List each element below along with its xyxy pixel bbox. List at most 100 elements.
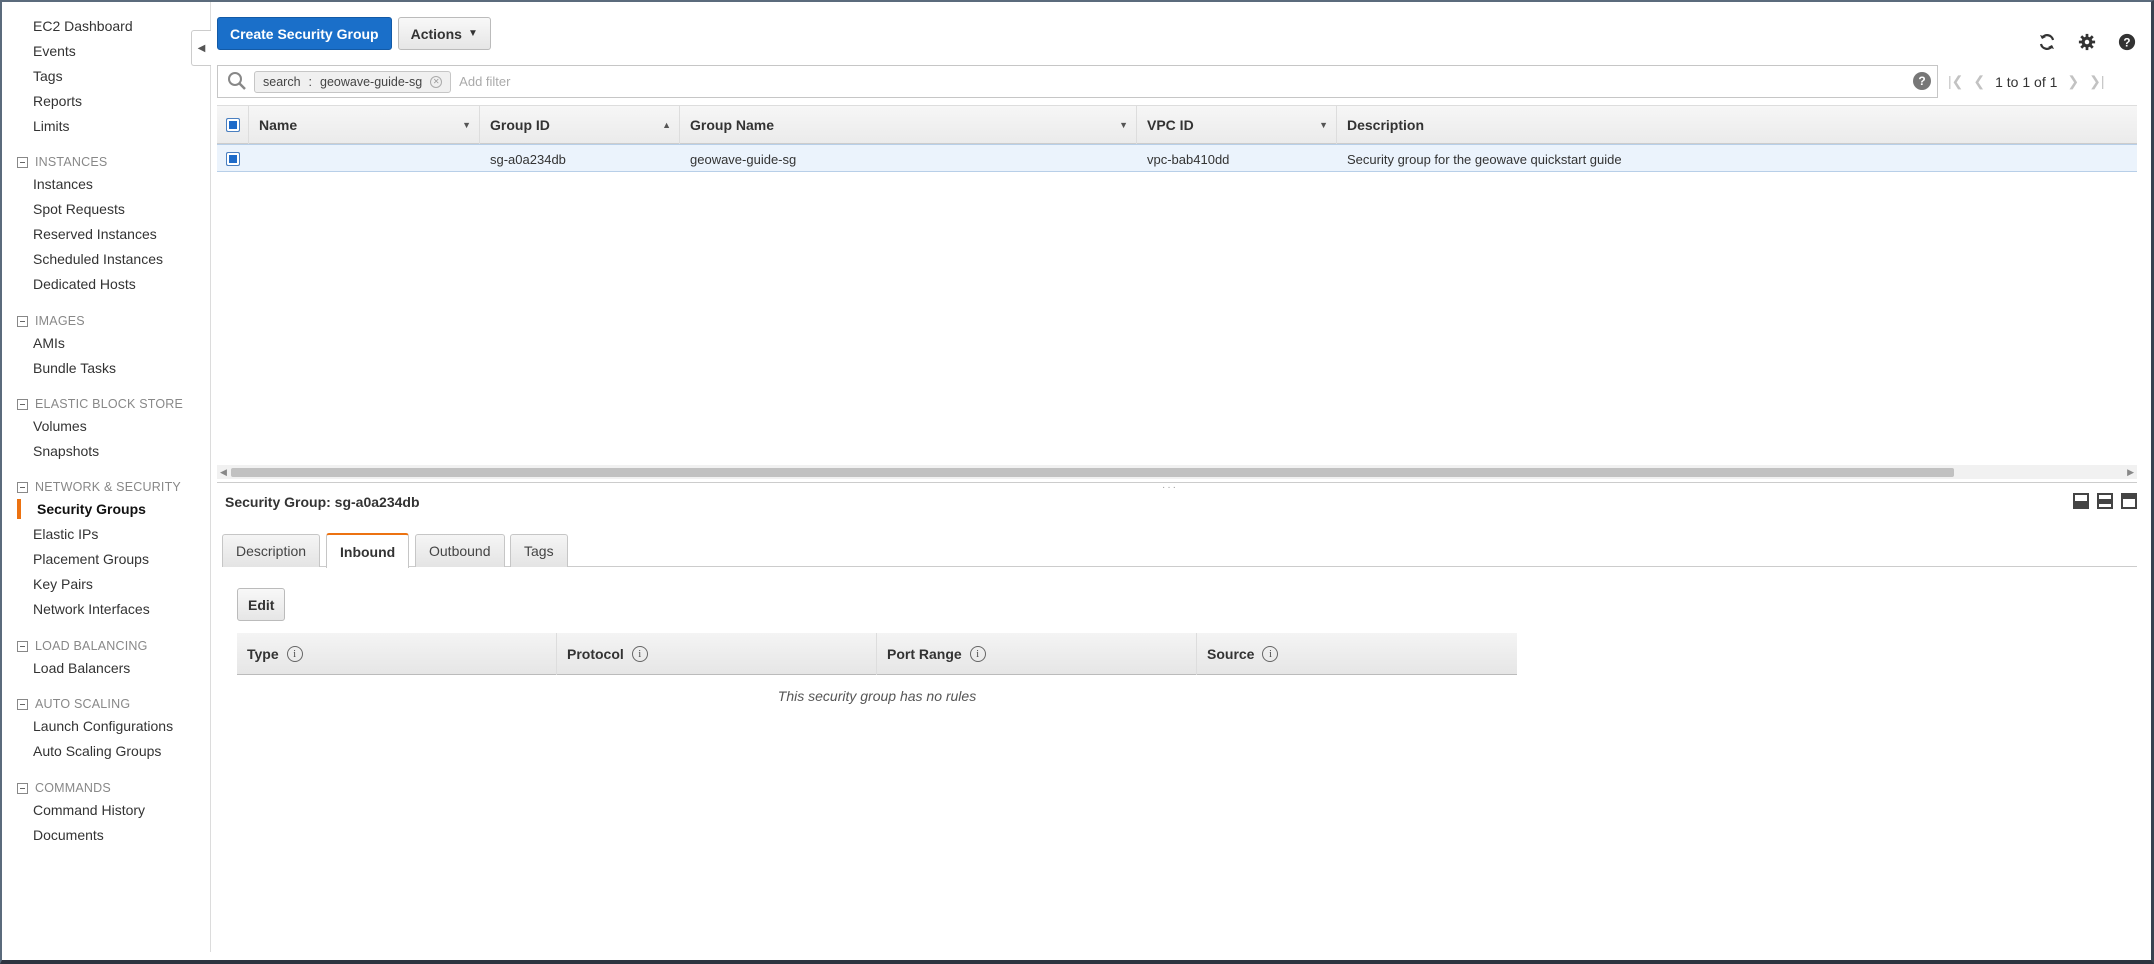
- sidebar-collapse-button[interactable]: ◀: [191, 30, 211, 66]
- sidebar-item-spot-requests[interactable]: Spot Requests: [33, 201, 125, 217]
- column-header-group-name[interactable]: Group Name ▼: [680, 106, 1137, 144]
- sidebar-item-amis[interactable]: AMIs: [33, 335, 65, 351]
- next-page-icon[interactable]: ❯: [2067, 73, 2079, 90]
- actions-button[interactable]: Actions ▼: [397, 17, 491, 50]
- filter-chip[interactable]: search : geowave-guide-sg ✕: [254, 70, 452, 93]
- tab-tags[interactable]: Tags: [510, 534, 568, 567]
- layout-split-icon[interactable]: [2097, 493, 2113, 509]
- column-header-name[interactable]: Name ▼: [249, 106, 480, 144]
- toolbar: Create Security Group Actions ▼: [217, 17, 491, 51]
- sidebar-item-events[interactable]: Events: [33, 43, 76, 59]
- sidebar-section-commands[interactable]: COMMANDS: [17, 781, 111, 795]
- sidebar-item-snapshots[interactable]: Snapshots: [33, 443, 99, 459]
- info-icon[interactable]: i: [631, 646, 648, 662]
- scrollbar-thumb[interactable]: [231, 468, 1954, 477]
- sort-caret-icon[interactable]: ▼: [1319, 120, 1328, 130]
- sort-caret-icon[interactable]: ▼: [1119, 120, 1128, 130]
- layout-bottom-icon[interactable]: [2073, 493, 2089, 509]
- collapse-icon[interactable]: [17, 782, 28, 794]
- chevron-left-icon: ◀: [197, 42, 206, 54]
- pagination-text: 1 to 1 of 1: [1995, 73, 2058, 90]
- table-header: Name ▼ Group ID ▲ Group Name ▼ VPC ID ▼ Desc…: [217, 106, 2137, 144]
- cell-name[interactable]: [249, 145, 480, 173]
- search-icon: [226, 70, 250, 94]
- sidebar-item-documents[interactable]: Documents: [33, 827, 104, 843]
- collapse-icon[interactable]: [17, 481, 28, 493]
- sidebar-item-volumes[interactable]: Volumes: [33, 418, 87, 434]
- sidebar-item-reports[interactable]: Reports: [33, 93, 82, 109]
- collapse-icon[interactable]: [17, 156, 28, 168]
- prev-page-icon[interactable]: ❮: [1973, 73, 1985, 90]
- sidebar-section-auto-scaling[interactable]: AUTO SCALING: [17, 697, 130, 711]
- table-row[interactable]: sg-a0a234db geowave-guide-sg vpc-bab410d…: [217, 144, 2137, 172]
- tab-description[interactable]: Description: [222, 534, 321, 567]
- tab-inbound[interactable]: Inbound: [326, 533, 410, 568]
- create-security-group-button[interactable]: Create Security Group: [217, 17, 392, 50]
- add-filter-input[interactable]: Add filter: [459, 74, 510, 89]
- info-icon[interactable]: i: [1262, 646, 1279, 662]
- sidebar-item-placement-groups[interactable]: Placement Groups: [33, 551, 149, 567]
- row-checkbox[interactable]: [226, 152, 240, 166]
- info-icon[interactable]: i: [286, 646, 303, 662]
- sidebar-item-load-balancers[interactable]: Load Balancers: [33, 660, 130, 676]
- sidebar-item-auto-scaling-groups[interactable]: Auto Scaling Groups: [33, 743, 161, 759]
- last-page-icon[interactable]: ❯|: [2089, 73, 2104, 90]
- column-header-description[interactable]: Description: [1337, 106, 2137, 144]
- active-indicator: [17, 499, 21, 519]
- sidebar-section-load-balancing[interactable]: LOAD BALANCING: [17, 639, 148, 653]
- collapse-icon[interactable]: [17, 315, 28, 327]
- pane-layout-icons: [2073, 493, 2137, 509]
- sidebar-item-security-groups[interactable]: Security Groups: [37, 501, 146, 517]
- collapse-icon[interactable]: [17, 398, 28, 410]
- select-all-checkbox-cell[interactable]: [217, 106, 249, 144]
- sidebar-item-command-history[interactable]: Command History: [33, 802, 145, 818]
- collapse-icon[interactable]: [17, 698, 28, 710]
- gear-icon[interactable]: [2077, 32, 2097, 52]
- sidebar-item-elastic-ips[interactable]: Elastic IPs: [33, 526, 98, 542]
- chevron-down-icon: ▼: [467, 28, 478, 39]
- search-bar[interactable]: search : geowave-guide-sg ✕ Add filter ?: [217, 65, 1938, 98]
- sidebar-item-dedicated-hosts[interactable]: Dedicated Hosts: [33, 276, 136, 292]
- cell-vpc-id: vpc-bab410dd: [1147, 151, 1230, 167]
- info-icon[interactable]: i: [969, 646, 986, 662]
- collapse-icon[interactable]: [17, 640, 28, 652]
- sidebar-item-bundle-tasks[interactable]: Bundle Tasks: [33, 360, 116, 376]
- pagination: |❮ ❮ 1 to 1 of 1 ❯ ❯|: [1948, 65, 2105, 98]
- sidebar-section-instances[interactable]: INSTANCES: [17, 155, 107, 169]
- help-icon[interactable]: ?: [2117, 32, 2137, 52]
- select-all-checkbox[interactable]: [226, 118, 240, 132]
- refresh-icon[interactable]: [2037, 32, 2057, 52]
- scroll-right-icon[interactable]: ▶: [2127, 465, 2134, 479]
- sort-ascending-icon[interactable]: ▲: [662, 120, 671, 130]
- sidebar-item-scheduled-instances[interactable]: Scheduled Instances: [33, 251, 163, 267]
- inbound-rules-table: Type i Protocol i Port Range i Source i This…: [237, 633, 1517, 704]
- sidebar-item-launch-configurations[interactable]: Launch Configurations: [33, 718, 173, 734]
- sidebar-item-ec2-dashboard[interactable]: EC2 Dashboard: [33, 18, 133, 34]
- search-help-icon[interactable]: ?: [1913, 72, 1931, 90]
- sidebar-item-instances[interactable]: Instances: [33, 176, 93, 192]
- tab-outbound[interactable]: Outbound: [415, 534, 505, 567]
- first-page-icon[interactable]: |❮: [1948, 73, 1963, 90]
- scroll-left-icon[interactable]: ◀: [220, 465, 227, 479]
- security-groups-table: Name ▼ Group ID ▲ Group Name ▼ VPC ID ▼ Desc…: [217, 105, 2137, 473]
- horizontal-scrollbar[interactable]: ◀ ▶: [217, 465, 2137, 479]
- sidebar-item-reserved-instances[interactable]: Reserved Instances: [33, 226, 157, 242]
- drag-handle-icon[interactable]: ···: [1162, 482, 1178, 493]
- column-header-group-id[interactable]: Group ID ▲: [480, 106, 680, 144]
- sidebar-item-key-pairs[interactable]: Key Pairs: [33, 576, 93, 592]
- rules-header: Type i Protocol i Port Range i Source i: [237, 633, 1517, 675]
- sidebar-item-tags[interactable]: Tags: [33, 68, 63, 84]
- sidebar-section-network-security[interactable]: NETWORK & SECURITY: [17, 480, 181, 494]
- row-checkbox-cell[interactable]: [217, 145, 249, 173]
- sidebar-section-images[interactable]: IMAGES: [17, 314, 85, 328]
- sidebar-item-limits[interactable]: Limits: [33, 118, 70, 134]
- edit-button[interactable]: Edit: [237, 588, 286, 621]
- sidebar-section-ebs[interactable]: ELASTIC BLOCK STORE: [17, 397, 183, 411]
- sort-caret-icon[interactable]: ▼: [462, 120, 471, 130]
- detail-title: Security Group: sg-a0a234db: [225, 494, 420, 510]
- remove-filter-icon[interactable]: ✕: [430, 75, 443, 88]
- column-header-vpc-id[interactable]: VPC ID ▼: [1137, 106, 1337, 144]
- sidebar-item-network-interfaces[interactable]: Network Interfaces: [33, 601, 150, 617]
- rules-column-type: Type i: [237, 633, 557, 675]
- layout-top-icon[interactable]: [2121, 493, 2137, 509]
